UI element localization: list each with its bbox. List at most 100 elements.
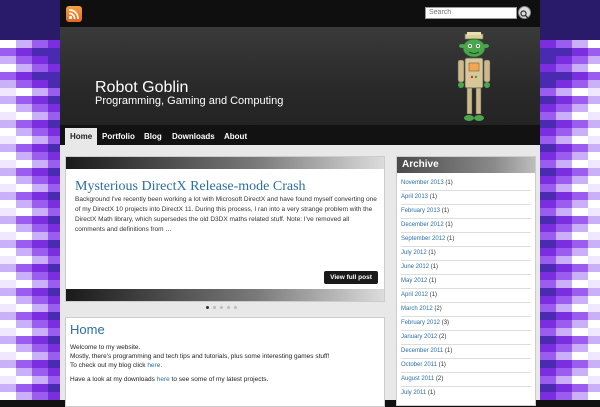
nav-item-home[interactable]: Home (65, 128, 98, 145)
archive-item: March 2012 (2) (401, 306, 531, 312)
archive-item: December 2012 (1) (401, 222, 531, 228)
archive-item: June 2012 (1) (401, 264, 531, 270)
slider-dot[interactable] (227, 306, 230, 309)
archive-divider (401, 190, 531, 191)
nav-item-portfolio[interactable]: Portfolio (97, 128, 140, 145)
archive-month-link[interactable]: December 2011 (401, 348, 443, 354)
archive-count: (1) (438, 362, 446, 368)
archive-divider (401, 246, 531, 247)
archive-month-link[interactable]: July 2012 (401, 250, 427, 256)
archive-item: July 2012 (1) (401, 250, 531, 256)
archive-month-link[interactable]: April 2013 (401, 194, 428, 200)
blog-here-link[interactable]: here (147, 362, 160, 369)
archive-count: (2) (434, 306, 442, 312)
archive-count: (1) (428, 250, 436, 256)
archive-month-link[interactable]: July 2011 (401, 390, 426, 396)
archive-month-link[interactable]: December 2012 (401, 222, 444, 228)
page-container: Robot Goblin Programming, Gaming and Com… (60, 0, 540, 407)
archive-divider (401, 372, 531, 373)
robot-goblin-logo (457, 32, 491, 121)
home-section: Home Welcome to my website. Mostly, ther… (65, 317, 385, 407)
archive-title: Archive (402, 159, 439, 170)
featured-post-excerpt: Background I've recently been working a … (75, 196, 377, 233)
archive-divider (401, 260, 531, 261)
archive-item: January 2012 (2) (401, 334, 531, 340)
archive-count: (1) (444, 348, 453, 354)
search-input[interactable] (425, 7, 517, 19)
archive-month-link[interactable]: April 2012 (401, 292, 428, 298)
site-header: Robot Goblin Programming, Gaming and Com… (60, 27, 540, 125)
archive-divider (401, 204, 531, 205)
home-welcome-text: Welcome to my website. (70, 344, 141, 351)
archive-divider (401, 218, 531, 219)
archive-month-link[interactable]: May 2012 (401, 278, 427, 284)
archive-count: (2) (439, 334, 447, 340)
archive-item: May 2012 (1) (401, 278, 531, 284)
archive-month-link[interactable]: August 2011 (401, 376, 434, 382)
archive-month-link[interactable]: February 2012 (401, 320, 440, 326)
archive-month-link[interactable]: January 2012 (401, 334, 437, 340)
slider-dot[interactable] (206, 306, 209, 309)
archive-divider (401, 386, 531, 387)
archive-divider (401, 288, 531, 289)
archive-month-link[interactable]: November 2013 (401, 180, 444, 186)
slider-bottom-bar (66, 289, 384, 301)
search-button[interactable] (518, 6, 531, 19)
home-blog-line: To check out my blog click here. (70, 361, 380, 370)
archive-divider (401, 302, 531, 303)
archive-item: February 2012 (3) (401, 320, 531, 326)
archive-count: (1) (441, 208, 450, 214)
archive-divider (401, 358, 531, 359)
archive-item: November 2013 (1) (401, 180, 531, 186)
archive-item: July 2011 (1) (401, 390, 531, 396)
search-icon (520, 10, 529, 19)
archive-header: Archive (397, 157, 535, 173)
slider-dot[interactable] (220, 306, 223, 309)
archive-item: April 2013 (1) (401, 194, 531, 200)
rss-icon[interactable] (66, 6, 82, 22)
nav-item-blog[interactable]: Blog (139, 128, 167, 145)
home-downloads-text: Have a look at my downloads (70, 376, 157, 383)
home-blog-end: . (160, 362, 163, 369)
home-downloads-line: Have a look at my downloads here to see … (70, 375, 380, 384)
nav-item-downloads[interactable]: Downloads (167, 128, 220, 145)
archive-item: December 2011 (1) (401, 348, 531, 354)
slider-dot[interactable] (234, 306, 237, 309)
archive-month-link[interactable]: February 2013 (401, 208, 440, 214)
archive-count: (1) (445, 222, 453, 228)
archive-count: (1) (429, 194, 438, 200)
archive-item: September 2012 (1) (401, 236, 531, 242)
background-mosaic-left (0, 0, 60, 400)
site-tagline: Programming, Gaming and Computing (95, 95, 284, 107)
background-mosaic-right (540, 0, 600, 400)
home-title: Home (70, 322, 105, 337)
archive-month-link[interactable]: March 2012 (401, 306, 433, 312)
archive-item: August 2011 (2) (401, 376, 531, 382)
archive-divider (401, 232, 531, 233)
archive-sidebar: Archive November 2013 (1) April 2013 (1) F… (396, 156, 536, 406)
archive-divider (401, 344, 531, 345)
archive-month-link[interactable]: June 2012 (401, 264, 429, 270)
archive-divider (401, 274, 531, 275)
archive-item: February 2013 (1) (401, 208, 531, 214)
archive-month-link[interactable]: October 2011 (401, 362, 437, 368)
home-description-text: Mostly, there's programming and tech tip… (70, 353, 330, 360)
archive-divider (401, 316, 531, 317)
featured-post-title[interactable]: Mysterious DirectX Release-mode Crash (75, 179, 306, 195)
archive-count: (1) (429, 278, 437, 284)
archive-count: (1) (430, 264, 439, 270)
archive-count: (2) (435, 376, 444, 382)
slider-dot[interactable] (213, 306, 216, 309)
home-blog-text: To check out my blog click (70, 362, 148, 369)
archive-month-link[interactable]: September 2012 (401, 236, 445, 242)
main-nav: Home Portfolio Blog Downloads About (60, 125, 540, 145)
archive-item: April 2012 (1) (401, 292, 531, 298)
top-bar (60, 0, 540, 27)
archive-count: (1) (445, 180, 453, 186)
view-full-post-button[interactable]: View full post (324, 271, 378, 284)
downloads-here-link[interactable]: here (157, 376, 170, 383)
archive-count: (1) (447, 236, 455, 242)
archive-count: (3) (441, 320, 450, 326)
nav-item-about[interactable]: About (219, 128, 252, 145)
archive-count: (1) (429, 292, 438, 298)
